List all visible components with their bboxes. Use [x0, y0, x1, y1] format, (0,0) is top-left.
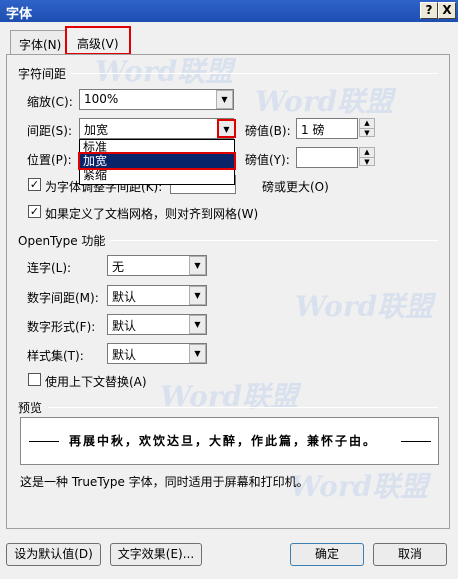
close-button[interactable]: X — [438, 2, 456, 19]
kerning-suffix: 磅或更大(O) — [262, 180, 329, 194]
chevron-down-icon[interactable]: ▼ — [217, 119, 236, 138]
title-bar — [0, 0, 458, 22]
scale-combo[interactable]: 100% — [79, 89, 234, 110]
ok-button[interactable]: 确定 — [290, 543, 364, 566]
position-by-label: 磅值(Y): — [245, 153, 290, 167]
chevron-down-icon[interactable]: ▼ — [189, 256, 206, 275]
scale-value: 100% — [84, 92, 119, 106]
watermark: Word联盟 — [295, 290, 434, 323]
set-default-button[interactable]: 设为默认值(D) — [6, 543, 101, 566]
num-forms-value: 默认 — [112, 319, 137, 333]
kerning-checkbox[interactable]: ✓ — [28, 178, 41, 191]
contextual-checkbox[interactable] — [28, 373, 41, 386]
spin-down-icon[interactable]: ▼ — [360, 129, 374, 138]
contextual-label: 使用上下文替换(A) — [45, 375, 147, 389]
chevron-down-icon[interactable]: ▼ — [189, 315, 206, 334]
spacing-value: 加宽 — [84, 123, 109, 137]
num-spacing-label: 数字间距(M): — [27, 291, 99, 305]
position-by-input[interactable] — [296, 147, 358, 168]
spacing-section-title: 字符间距 — [18, 67, 67, 81]
watermark: Word联盟 — [160, 380, 299, 413]
num-spacing-value: 默认 — [112, 290, 137, 304]
preview-section-title: 预览 — [18, 401, 43, 415]
spin-down-icon[interactable]: ▼ — [360, 158, 374, 167]
spacing-dropdown-list[interactable]: 标准 加宽 紧缩 — [78, 139, 236, 185]
spacing-by-input[interactable]: 1 磅 — [296, 118, 358, 139]
dropdown-option[interactable]: 标准 — [80, 140, 234, 154]
preview-box: 再展中秋，欢饮达旦，大醉，作此篇，兼怀子由。 — [20, 417, 439, 465]
watermark: Word联盟 — [290, 470, 429, 503]
watermark: Word联盟 — [95, 55, 234, 88]
position-label: 位置(P): — [27, 153, 72, 167]
dropdown-option-selected[interactable]: 加宽 — [78, 152, 236, 170]
preview-sample-text: 再展中秋，欢饮达旦，大醉，作此篇，兼怀子由。 — [69, 434, 378, 448]
window-title: 字体 — [6, 7, 33, 22]
stylistic-value: 默认 — [112, 348, 137, 362]
stylistic-label: 样式集(T): — [27, 349, 84, 363]
tab-font[interactable]: 字体(N) — [10, 30, 71, 54]
dropdown-option[interactable]: 紧缩 — [80, 168, 234, 182]
spacing-by-label: 磅值(B): — [245, 124, 291, 138]
divider — [70, 73, 438, 74]
spacing-label: 间距(S): — [27, 124, 73, 138]
help-button[interactable]: ? — [420, 2, 438, 19]
baseline — [401, 441, 431, 442]
text-effects-button[interactable]: 文字效果(E)... — [110, 543, 202, 566]
spin-up-icon[interactable]: ▲ — [360, 119, 374, 129]
divider — [110, 240, 438, 241]
baseline — [29, 441, 59, 442]
chevron-down-icon[interactable]: ▼ — [189, 344, 206, 363]
ligatures-label: 连字(L): — [27, 261, 72, 275]
ligatures-value: 无 — [112, 260, 125, 274]
opentype-section-title: OpenType 功能 — [18, 234, 106, 248]
grid-label: 如果定义了文档网格，则对齐到网格(W) — [45, 207, 259, 221]
cancel-button[interactable]: 取消 — [373, 543, 447, 566]
num-forms-label: 数字形式(F): — [27, 320, 96, 334]
divider — [48, 407, 438, 408]
position-by-spinner[interactable]: ▲ ▼ — [359, 147, 375, 166]
watermark: Word联盟 — [255, 85, 394, 118]
spacing-by-value: 1 磅 — [301, 123, 325, 137]
chevron-down-icon[interactable]: ▼ — [216, 90, 233, 109]
scale-label: 缩放(C): — [27, 95, 73, 109]
spacing-by-spinner[interactable]: ▲ ▼ — [359, 118, 375, 137]
spin-up-icon[interactable]: ▲ — [360, 148, 374, 158]
preview-note: 这是一种 TrueType 字体，同时适用于屏幕和打印机。 — [20, 475, 309, 489]
grid-checkbox[interactable]: ✓ — [28, 205, 41, 218]
spacing-combo[interactable]: 加宽 — [79, 118, 234, 139]
chevron-down-icon[interactable]: ▼ — [189, 286, 206, 305]
